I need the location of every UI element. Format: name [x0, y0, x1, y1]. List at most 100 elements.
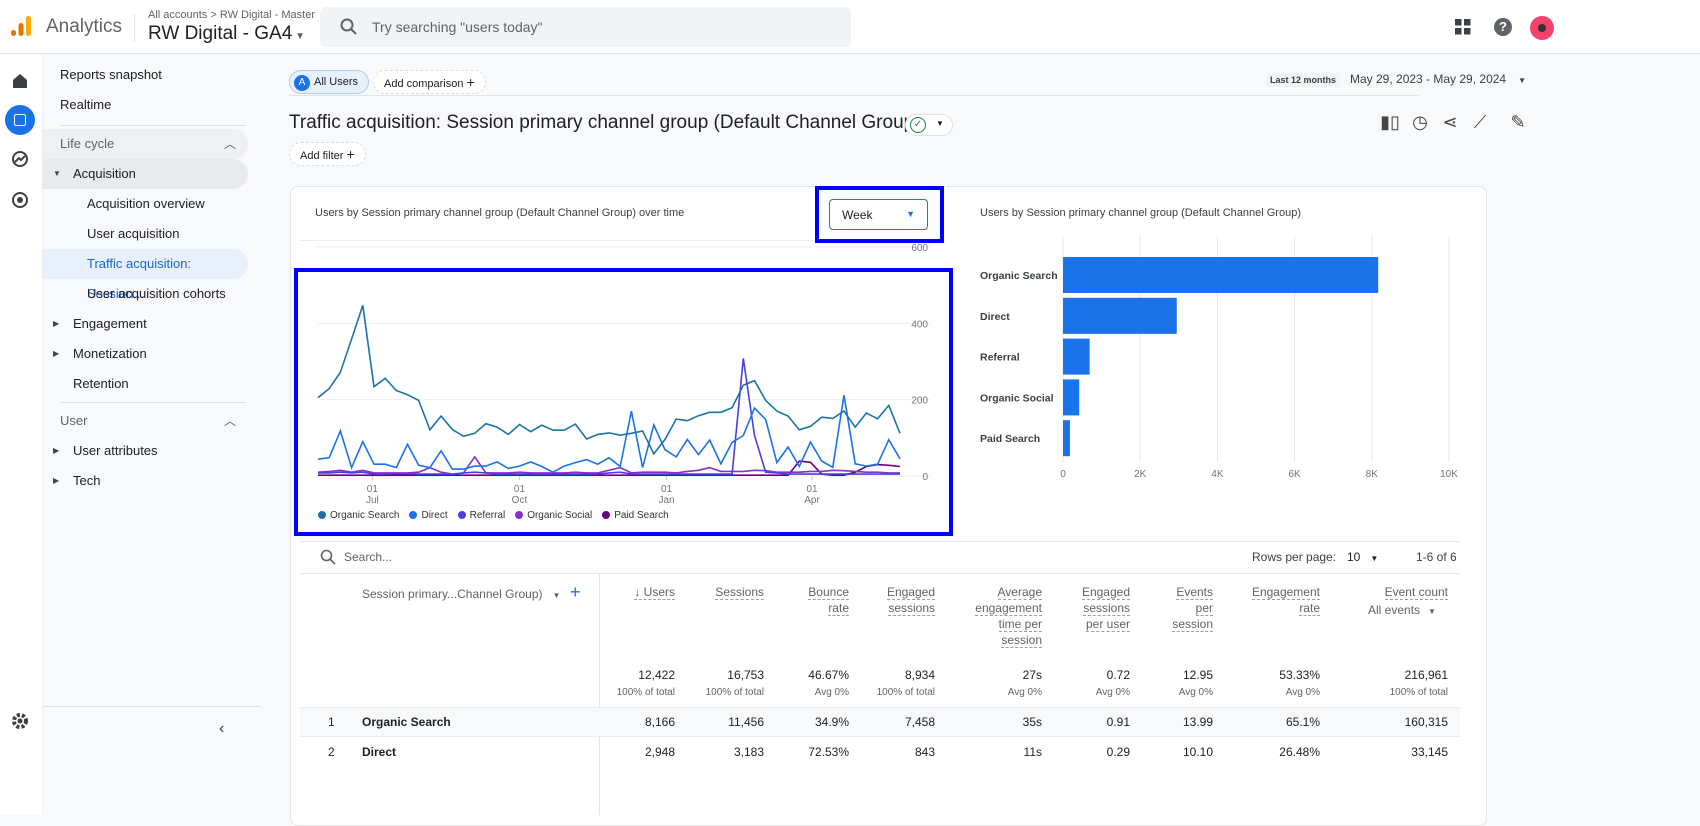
caret-down-icon: ▼	[292, 31, 305, 42]
column-header-text: rate	[1299, 601, 1320, 616]
sidebar-item-monetization[interactable]: ▶ Monetization	[43, 339, 248, 369]
label: Life cycle	[60, 136, 115, 151]
legend-label: Direct	[421, 509, 448, 521]
sidebar-item-user-acquisition-cohorts[interactable]: User acquisition cohorts	[43, 279, 248, 309]
insights-icon[interactable]: ◷	[1408, 112, 1432, 133]
date-preset[interactable]: Last 12 months	[1266, 73, 1341, 87]
chevron-up-icon: ︿	[223, 414, 236, 428]
report-status-menu[interactable]: ✓ ▼	[905, 114, 953, 136]
sidebar-item-tech[interactable]: ▶ Tech	[43, 466, 248, 496]
bar-direct	[1063, 297, 1177, 334]
table-cell: 10.10	[1182, 745, 1213, 759]
segment-chip-all-users[interactable]: A All Users	[289, 70, 370, 94]
column-total: 216,961	[1404, 668, 1448, 682]
apps-grid-icon[interactable]	[1455, 19, 1471, 35]
legend-item[interactable]: Paid Search	[602, 510, 669, 521]
legend-item[interactable]: Direct	[409, 509, 448, 521]
column-header[interactable]: Average engagement time per session	[975, 584, 1042, 648]
y-tick-label: 200	[911, 396, 928, 407]
explore-icon[interactable]	[11, 150, 29, 168]
x-tick-month: Apr	[804, 495, 820, 505]
sidebar-item-realtime[interactable]: Realtime	[43, 90, 248, 120]
column-header-text: per	[1195, 601, 1213, 616]
sidebar-item-user-attributes[interactable]: ▶ User attributes	[43, 436, 248, 466]
table-cell: 11,456	[728, 715, 764, 729]
sidebar-section-user[interactable]: User ︿	[43, 406, 248, 436]
sidebar-section-life-cycle[interactable]: Life cycle ︿	[43, 129, 248, 159]
row-dimension-organic-search[interactable]: Organic Search	[362, 715, 451, 729]
column-header-text: session	[1001, 633, 1042, 648]
trend-sparkle-icon[interactable]: ⟋	[1468, 112, 1492, 133]
table-search-input[interactable]: Search...	[344, 550, 392, 564]
share-icon[interactable]: ⋖	[1438, 112, 1462, 133]
property-selector[interactable]: RW Digital - GA4 ▼	[148, 23, 305, 45]
y-tick-label: 0	[922, 472, 928, 483]
segment-badge: A	[294, 75, 310, 91]
column-header-text: Engaged	[886, 585, 935, 600]
bar-referral	[1063, 338, 1090, 375]
legend-item[interactable]: Organic Social	[515, 510, 592, 521]
edit-pencil-icon[interactable]: ✎	[1506, 112, 1530, 133]
column-header[interactable]: Engaged sessions per user	[1081, 584, 1130, 632]
column-header[interactable]: Sessions	[715, 584, 764, 600]
sidebar-item-traffic-acquisition[interactable]: Traffic acquisition: Session...	[43, 249, 248, 301]
column-header[interactable]: Events per session	[1172, 584, 1213, 632]
avatar[interactable]	[1530, 16, 1554, 40]
row-dimension-direct[interactable]: Direct	[362, 745, 396, 759]
divider	[599, 574, 600, 815]
column-header[interactable]: Engagement rate	[1251, 584, 1320, 616]
legend-item[interactable]: Referral	[457, 510, 505, 521]
event-filter-select[interactable]: All events ▼	[1368, 603, 1436, 617]
add-comparison-button[interactable]: Add comparison +	[373, 70, 486, 94]
column-total: 27s	[1022, 668, 1042, 682]
sidebar-item-user-acquisition[interactable]: User acquisition	[43, 219, 248, 249]
reports-icon[interactable]	[5, 105, 35, 135]
add-dimension-plus-icon[interactable]: +	[570, 582, 581, 603]
help-icon[interactable]: ?	[1494, 18, 1512, 36]
table-cell: 35s	[1022, 715, 1042, 729]
rows-per-page-select[interactable]: 10 ▼	[1347, 550, 1378, 564]
search-bar[interactable]: Try searching "users today"	[320, 7, 851, 47]
column-total-sub: Avg 0%	[1007, 687, 1042, 698]
dimension-selector[interactable]: Session primary...Channel Group) ▼	[362, 587, 560, 601]
column-total: 46.67%	[808, 668, 849, 682]
category-label: Paid Search	[980, 433, 1040, 445]
chevron-left-icon[interactable]: ‹	[219, 720, 224, 738]
sidebar-item-acquisition-overview[interactable]: Acquisition overview	[43, 189, 248, 219]
column-header[interactable]: Event count	[1384, 584, 1448, 600]
x-tick-label: 10K	[1440, 469, 1458, 480]
sidebar-item-engagement[interactable]: ▶ Engagement	[43, 309, 248, 339]
label: Monetization	[73, 346, 147, 361]
add-filter-button[interactable]: Add filter +	[289, 142, 366, 166]
table-cell: 2,948	[644, 745, 675, 759]
column-header[interactable]: Bounce rate	[808, 584, 849, 616]
legend-item[interactable]: Organic Search	[318, 510, 399, 521]
label: Reports snapshot	[60, 67, 162, 82]
advertising-icon[interactable]	[11, 191, 29, 209]
compare-columns-icon[interactable]: ▮▯	[1378, 112, 1402, 133]
sidebar-item-retention[interactable]: Retention	[43, 369, 248, 399]
column-header[interactable]: ↓ Users	[634, 584, 675, 600]
column-header-text: engagement	[975, 601, 1042, 616]
column-header[interactable]: Engaged sessions	[886, 584, 935, 616]
sidebar-item-reports-snapshot[interactable]: Reports snapshot	[43, 60, 248, 90]
plus-icon: +	[466, 74, 475, 90]
home-icon[interactable]	[11, 72, 29, 90]
table-cell: 0.91	[1106, 715, 1130, 729]
column-total-sub: Avg 0%	[1095, 687, 1130, 698]
breadcrumb[interactable]: All accounts > RW Digital - Master	[148, 9, 315, 21]
sidebar-item-acquisition[interactable]: ▼ Acquisition	[43, 159, 248, 189]
column-total: 12.95	[1182, 668, 1213, 682]
date-range-picker[interactable]: May 29, 2023 - May 29, 2024 ▼	[1350, 72, 1526, 86]
row-number: 2	[328, 745, 335, 759]
settings-gear-icon[interactable]	[11, 712, 29, 730]
column-total-sub: 100% of total	[705, 687, 764, 698]
label: User acquisition cohorts	[87, 286, 226, 301]
interval-select[interactable]: Week ▼	[829, 199, 928, 230]
caret-down-icon: ▼	[1518, 76, 1527, 85]
column-total: 0.72	[1106, 668, 1130, 682]
caret-down-icon: ▼	[552, 591, 561, 600]
x-tick-day: 01	[367, 484, 379, 495]
legend-swatch	[409, 511, 418, 519]
label: Add filter	[300, 150, 344, 162]
